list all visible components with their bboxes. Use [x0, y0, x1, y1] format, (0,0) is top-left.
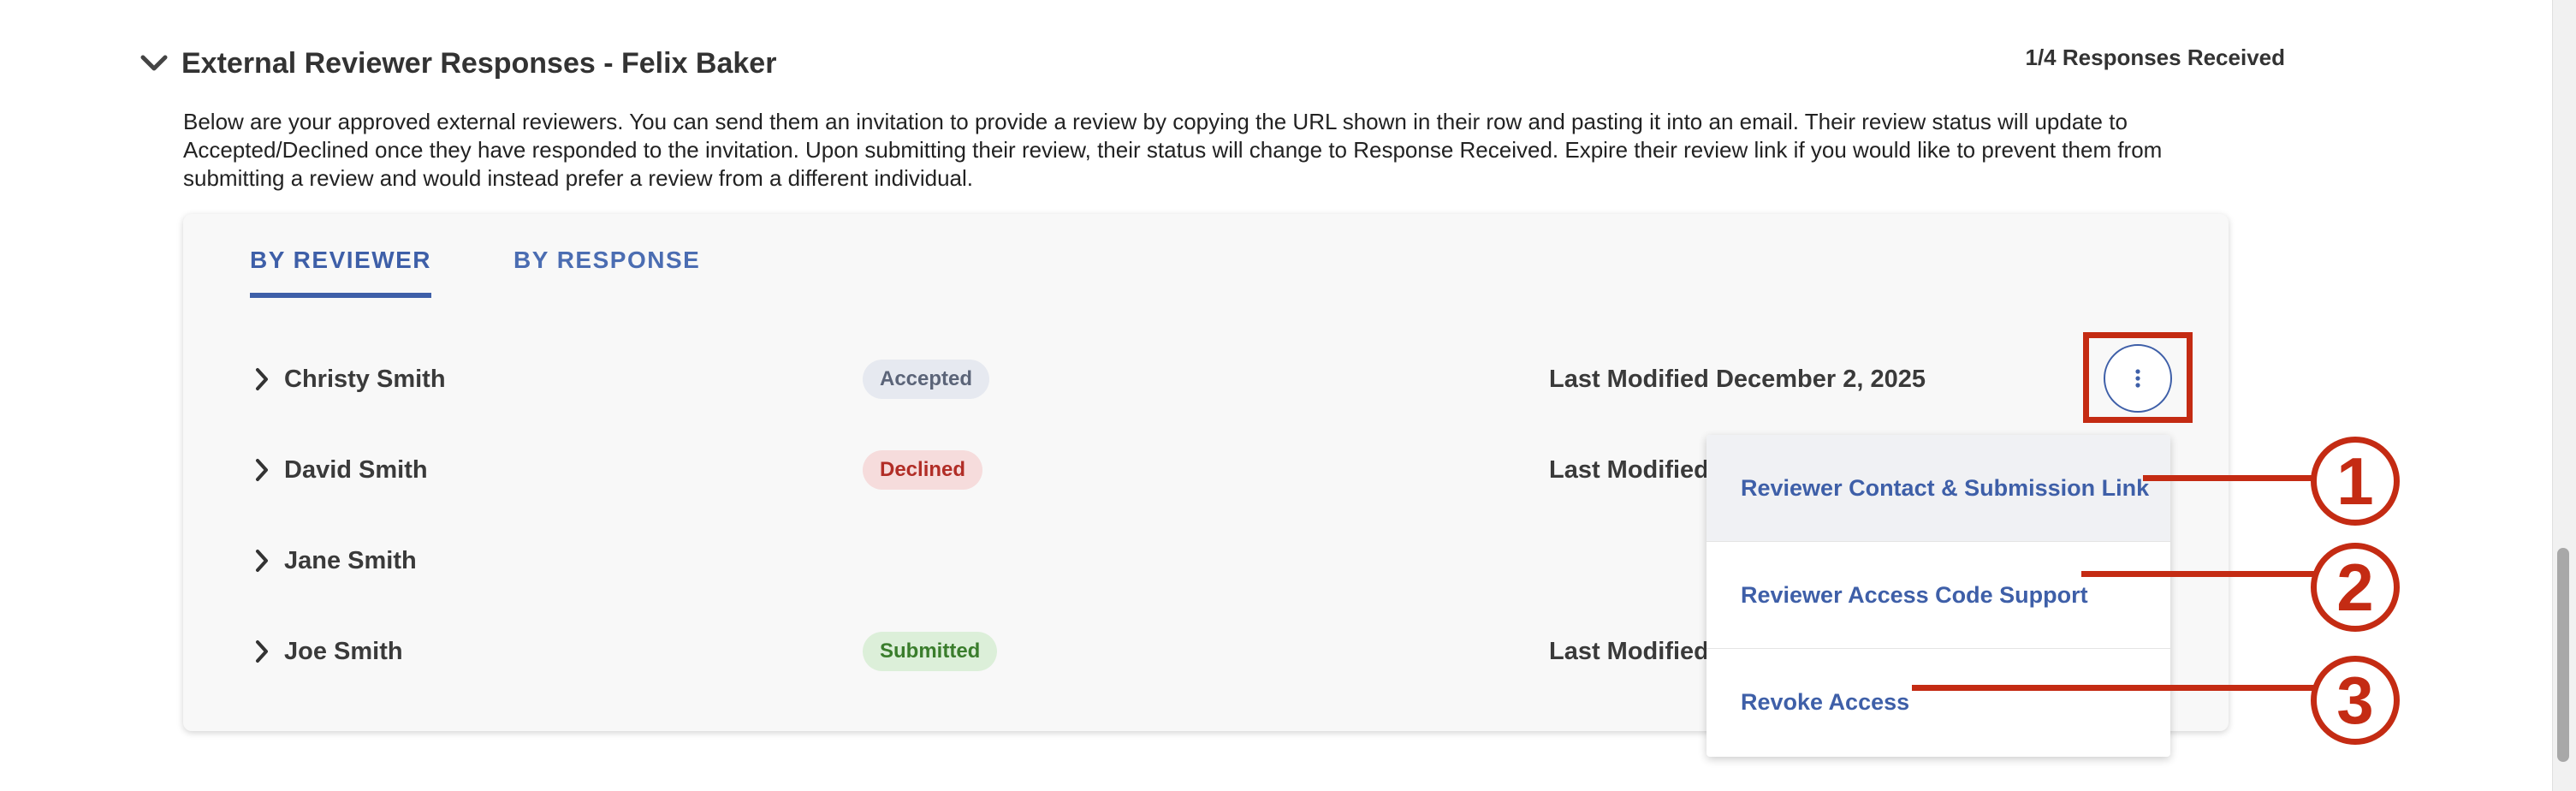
- menu-item-contact-submission-link[interactable]: Reviewer Contact & Submission Link: [1706, 435, 2170, 542]
- annotation-line: [2143, 475, 2319, 481]
- scrollbar-thumb[interactable]: [2557, 548, 2569, 762]
- responses-count: 1/4 Responses Received: [2025, 45, 2286, 70]
- tab-bar: BY REVIEWER BY RESPONSE: [250, 247, 700, 298]
- reviewer-name: David Smith: [284, 455, 428, 484]
- last-modified: Last Modified December 2, 2025: [1549, 365, 1926, 393]
- reviewer-name: Christy Smith: [284, 365, 446, 393]
- actions-menu: Reviewer Contact & Submission Link Revie…: [1706, 435, 2170, 757]
- reviewer-row: Christy Smith Accepted Last Modified Dec…: [250, 354, 2158, 405]
- menu-item-revoke-access[interactable]: Revoke Access: [1706, 649, 2170, 756]
- tab-by-response[interactable]: BY RESPONSE: [513, 247, 700, 298]
- kebab-menu-icon[interactable]: [2104, 344, 2172, 413]
- section-description: Below are your approved external reviewe…: [183, 109, 2163, 191]
- reviewer-name: Joe Smith: [284, 637, 403, 665]
- annotation-marker: 3: [2311, 656, 2400, 745]
- annotation-line: [2081, 571, 2319, 577]
- status-badge: Submitted: [863, 632, 998, 671]
- chevron-down-icon[interactable]: [137, 46, 171, 80]
- annotation-line: [1912, 685, 2319, 691]
- page: External Reviewer Responses - Felix Bake…: [0, 0, 2576, 791]
- annotation-marker: 2: [2311, 543, 2400, 632]
- section-header: External Reviewer Responses - Felix Bake…: [137, 43, 776, 84]
- annotation-marker: 1: [2311, 437, 2400, 526]
- status-badge: Accepted: [863, 360, 990, 399]
- section-title: External Reviewer Responses - Felix Bake…: [181, 47, 777, 80]
- tab-by-reviewer[interactable]: BY REVIEWER: [250, 247, 432, 298]
- chevron-right-icon[interactable]: [250, 458, 274, 482]
- chevron-right-icon[interactable]: [250, 549, 274, 573]
- menu-item-access-code-support[interactable]: Reviewer Access Code Support: [1706, 542, 2170, 649]
- chevron-right-icon[interactable]: [250, 639, 274, 663]
- status-badge: Declined: [863, 450, 983, 490]
- chevron-right-icon[interactable]: [250, 367, 274, 391]
- reviewer-name: Jane Smith: [284, 546, 417, 574]
